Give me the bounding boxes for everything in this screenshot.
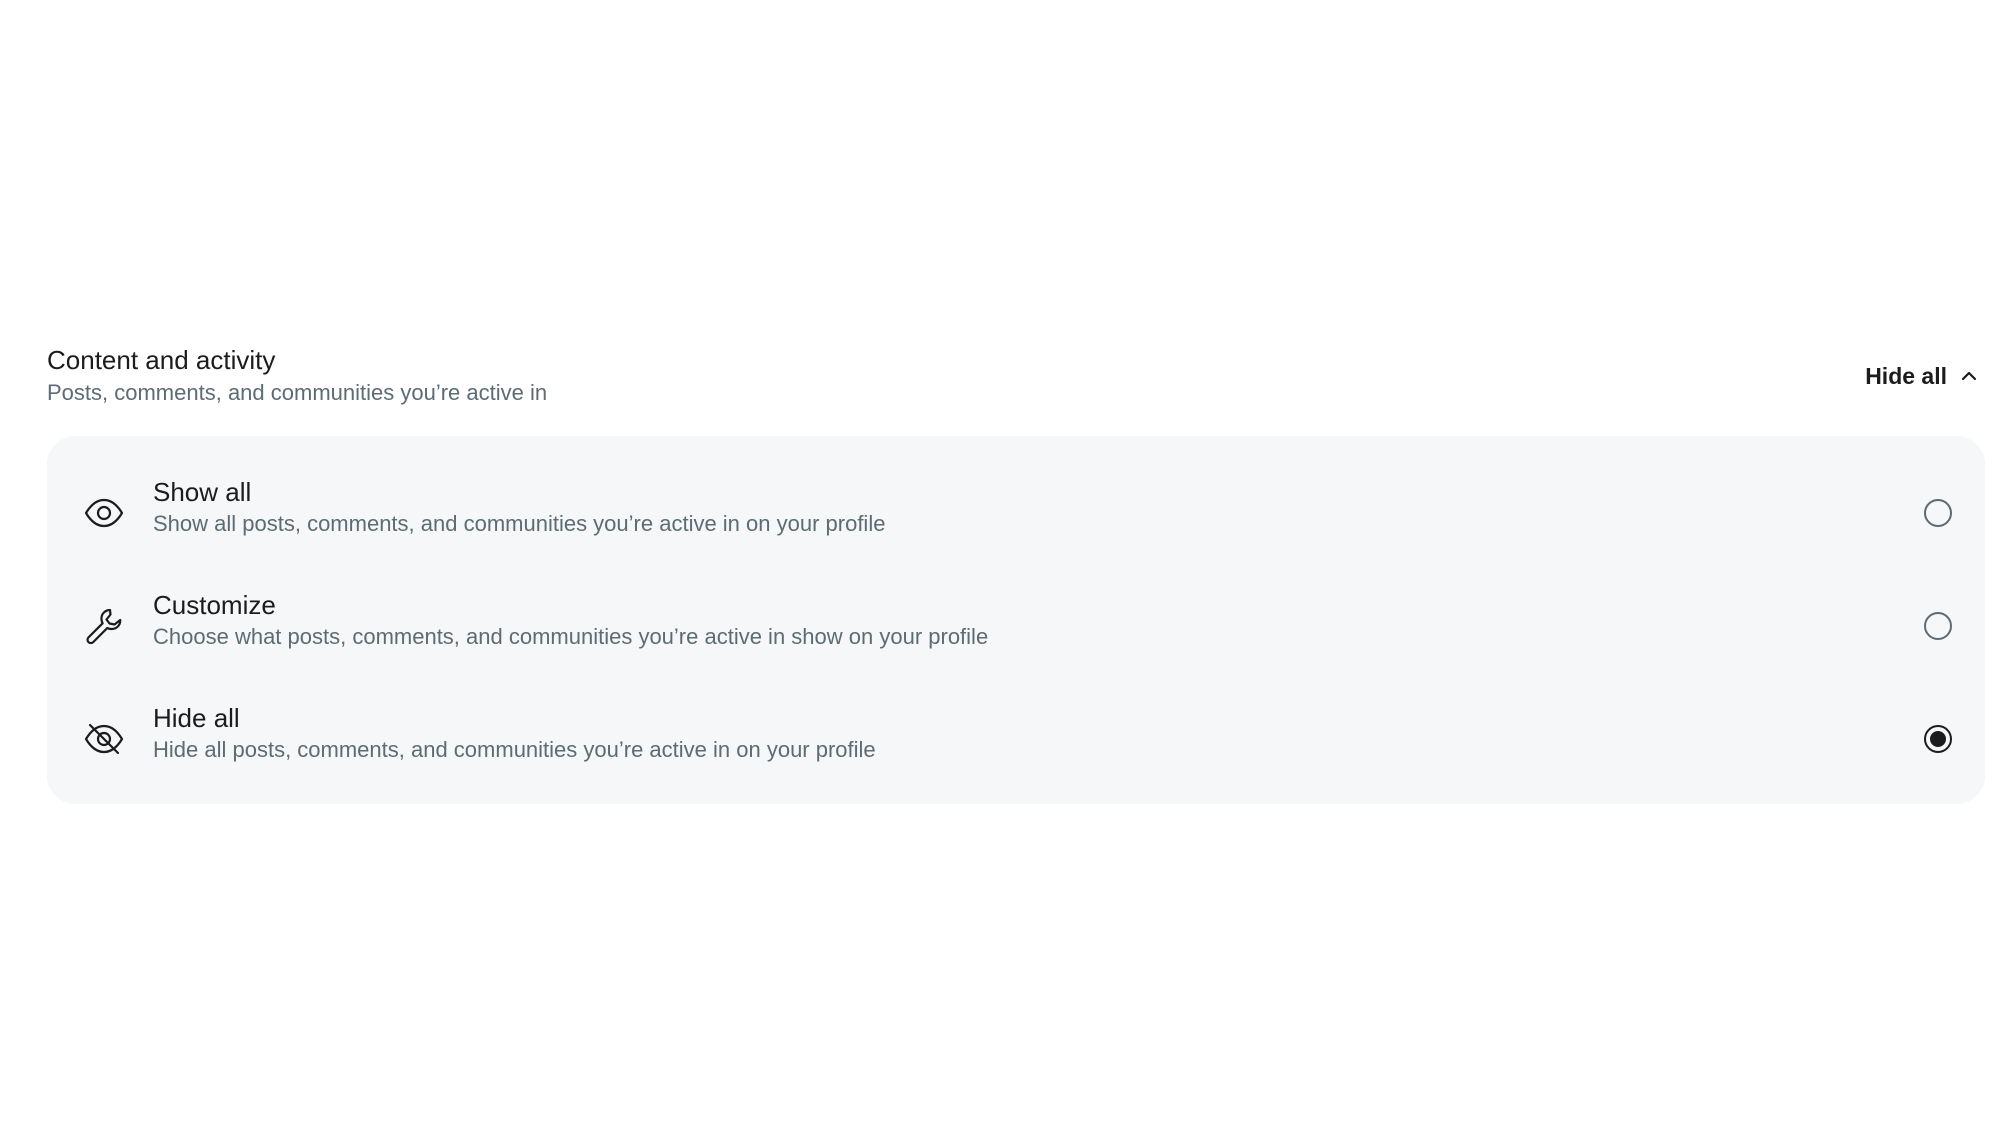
option-label: Show all bbox=[153, 477, 252, 507]
show-all-radio[interactable] bbox=[1924, 498, 1952, 527]
content-and-activity-section: Content and activity Posts, comments, an… bbox=[47, 338, 1985, 804]
eye-off-icon bbox=[83, 718, 125, 760]
option-text: Customize Choose what posts, comments, a… bbox=[153, 589, 988, 651]
option-text: Hide all Hide all posts, comments, and c… bbox=[153, 702, 876, 764]
chevron-up-icon bbox=[1957, 364, 1981, 388]
section-title: Content and activity bbox=[47, 345, 276, 375]
option-description: Hide all posts, comments, and communitie… bbox=[153, 737, 876, 762]
section-header: Content and activity Posts, comments, an… bbox=[47, 338, 1985, 414]
wrench-icon bbox=[83, 605, 125, 647]
option-customize[interactable]: Customize Choose what posts, comments, a… bbox=[47, 569, 1985, 682]
hide-all-toggle-button[interactable]: Hide all bbox=[1861, 360, 1985, 392]
option-description: Choose what posts, comments, and communi… bbox=[153, 624, 989, 649]
option-description: Show all posts, comments, and communitie… bbox=[153, 511, 886, 536]
hide-all-toggle-label: Hide all bbox=[1865, 362, 1947, 389]
option-label: Customize bbox=[153, 590, 276, 620]
section-subtitle: Posts, comments, and communities you’re … bbox=[47, 380, 548, 405]
option-show-all[interactable]: Show all Show all posts, comments, and c… bbox=[47, 456, 1985, 569]
option-hide-all[interactable]: Hide all Hide all posts, comments, and c… bbox=[47, 682, 1985, 795]
eye-icon bbox=[83, 492, 125, 534]
hide-all-radio[interactable] bbox=[1924, 724, 1952, 753]
option-label: Hide all bbox=[153, 703, 240, 733]
option-text: Show all Show all posts, comments, and c… bbox=[153, 476, 885, 538]
visibility-options-card: Show all Show all posts, comments, and c… bbox=[47, 436, 1985, 804]
customize-radio[interactable] bbox=[1924, 611, 1952, 640]
